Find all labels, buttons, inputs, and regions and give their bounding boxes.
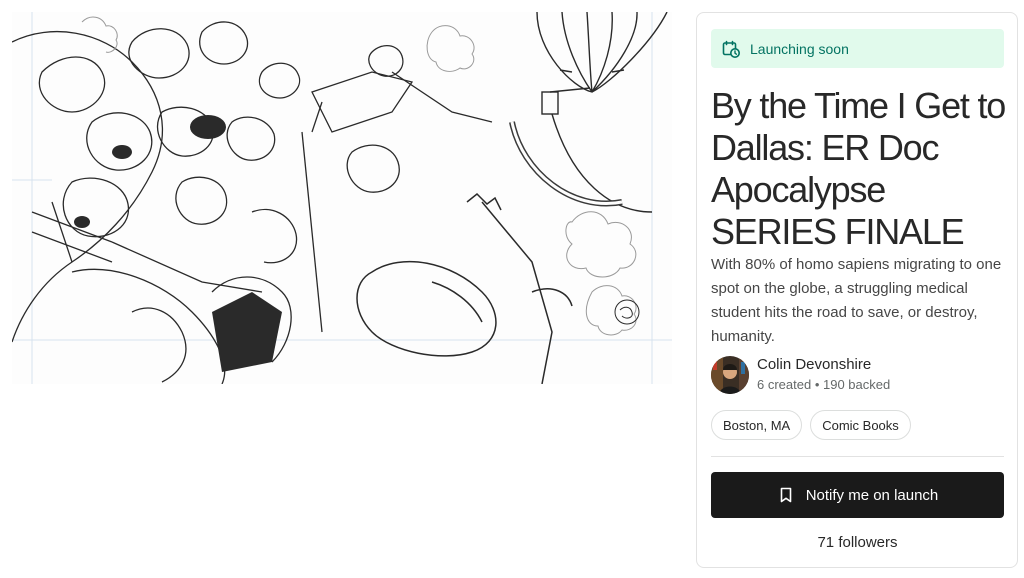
status-label: Launching soon: [750, 40, 849, 57]
creator-text: Colin Devonshire 6 created • 190 backed: [757, 356, 890, 394]
followers-count: 71 followers: [817, 534, 898, 551]
created-count: 6 created: [757, 377, 812, 392]
location-tag[interactable]: Boston, MA: [711, 410, 803, 440]
project-blurb: With 80% of homo sapiens migrating to on…: [711, 256, 1002, 345]
creator-name[interactable]: Colin Devonshire: [757, 356, 890, 374]
project-summary-card: Launching soon By the Time I Get to Dall…: [696, 12, 1018, 568]
project-title: By the Time I Get to Dallas: ER Doc Apoc…: [711, 85, 1006, 252]
comic-illustration: [12, 12, 672, 384]
category-tag[interactable]: Comic Books: [810, 410, 911, 440]
project-page: Launching soon By the Time I Get to Dall…: [0, 0, 1024, 578]
creator-stats: 6 created • 190 backed: [757, 377, 891, 392]
calendar-clock-icon: [721, 39, 741, 59]
notify-me-button[interactable]: Notify me on launch: [711, 472, 1004, 518]
bookmark-icon: [777, 486, 795, 504]
notify-label: Notify me on launch: [805, 486, 939, 504]
project-tags: Boston, MA Comic Books: [711, 410, 911, 440]
launching-soon-badge: Launching soon: [711, 29, 1004, 68]
creator-info[interactable]: Colin Devonshire 6 created • 190 backed: [711, 356, 890, 394]
divider: [711, 456, 1004, 457]
project-artwork[interactable]: [12, 12, 672, 384]
creator-avatar[interactable]: [711, 356, 749, 394]
backed-count: 190 backed: [822, 377, 891, 392]
